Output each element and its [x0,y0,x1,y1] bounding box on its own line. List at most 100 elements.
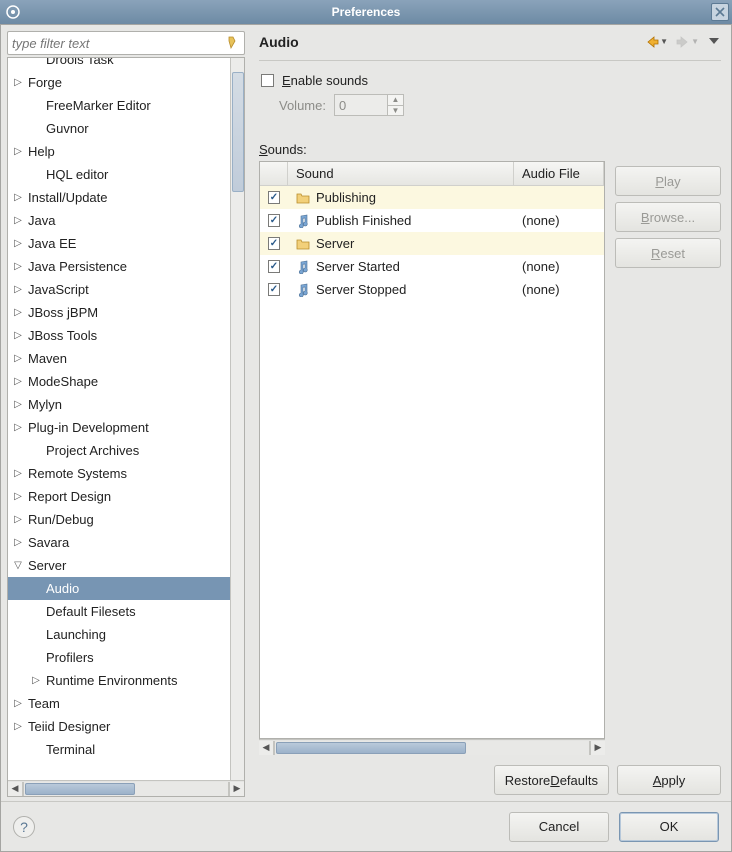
table-hscroll[interactable]: ◀ ▶ [259,739,605,755]
col-sound[interactable]: Sound [288,162,514,185]
tree-vscroll[interactable] [230,58,244,781]
tree-item-audio[interactable]: Audio [8,577,244,600]
sounds-caption: Sounds: [259,142,605,157]
view-menu-icon[interactable] [707,33,721,50]
tree-item-profilers[interactable]: Profilers [8,646,244,669]
expand-arrow-icon[interactable]: ▷ [12,307,24,318]
filter-box[interactable] [7,31,245,55]
expand-arrow-icon[interactable]: ▷ [12,238,24,249]
tree-item-runtime-environments[interactable]: ▷Runtime Environments [8,669,244,692]
reset-button[interactable]: Reset [615,238,721,268]
tree-item-label: Java Persistence [24,259,127,274]
scroll-left-icon[interactable]: ◀ [259,741,274,755]
tree-item-hql-editor[interactable]: HQL editor [8,163,244,186]
apply-button[interactable]: Apply [617,765,721,795]
enable-sounds-row[interactable]: Enable sounds [259,73,721,88]
tree-item-label: Maven [24,351,67,366]
expand-arrow-icon[interactable]: ▷ [12,514,24,525]
expand-arrow-icon[interactable]: ▷ [12,77,24,88]
expand-arrow-icon[interactable]: ▷ [12,376,24,387]
tree-item-java[interactable]: ▷Java [8,209,244,232]
tree-item-team[interactable]: ▷Team [8,692,244,715]
expand-arrow-icon[interactable]: ▷ [12,537,24,548]
tree-item-label: JavaScript [24,282,89,297]
sound-icon [296,283,310,297]
scroll-right-icon[interactable]: ▶ [590,741,605,755]
expand-arrow-icon[interactable]: ▷ [12,192,24,203]
tree-hscroll[interactable]: ◀ ▶ [8,780,244,796]
tree-item-server[interactable]: ▽Server [8,554,244,577]
expand-arrow-icon[interactable]: ▷ [12,330,24,341]
tree-item-teiid-designer[interactable]: ▷Teiid Designer [8,715,244,738]
tree-item-label: Runtime Environments [42,673,178,688]
sound-row[interactable]: Publishing [260,186,604,209]
tree-item-guvnor[interactable]: Guvnor [8,117,244,140]
sound-row[interactable]: Server Stopped(none) [260,278,604,301]
col-check[interactable] [260,162,288,185]
scroll-left-icon[interactable]: ◀ [8,782,23,796]
close-button[interactable] [711,3,729,21]
expand-arrow-icon[interactable]: ▷ [12,468,24,479]
expand-arrow-icon[interactable]: ▷ [12,353,24,364]
tree-item-plug-in-development[interactable]: ▷Plug-in Development [8,416,244,439]
ok-button[interactable]: OK [619,812,719,842]
volume-row: Volume: ▲ ▼ [279,94,721,116]
cancel-button[interactable]: Cancel [509,812,609,842]
enable-sounds-label: Enable sounds [282,73,368,88]
tree-item-label: Mylyn [24,397,62,412]
expand-arrow-icon[interactable]: ▷ [12,721,24,732]
clear-filter-icon[interactable] [226,35,240,52]
play-button[interactable]: Play [615,166,721,196]
sound-row[interactable]: Server Started(none) [260,255,604,278]
tree-item-default-filesets[interactable]: Default Filesets [8,600,244,623]
tree-item-help[interactable]: ▷Help [8,140,244,163]
sound-checkbox[interactable] [268,283,280,296]
help-icon[interactable]: ? [13,816,35,838]
browse-button[interactable]: Browse... [615,202,721,232]
expand-arrow-icon[interactable]: ▽ [12,560,24,571]
sound-row[interactable]: Publish Finished(none) [260,209,604,232]
tree-item-freemarker-editor[interactable]: FreeMarker Editor [8,94,244,117]
tree-item-java-ee[interactable]: ▷Java EE [8,232,244,255]
tree-item-terminal[interactable]: Terminal [8,738,244,761]
enable-sounds-checkbox[interactable] [261,74,274,87]
sounds-table[interactable]: Sound Audio File PublishingPublish Finis… [259,161,605,739]
tree-item-project-archives[interactable]: Project Archives [8,439,244,462]
expand-arrow-icon[interactable]: ▷ [12,399,24,410]
sound-row[interactable]: Server [260,232,604,255]
tree-item-remote-systems[interactable]: ▷Remote Systems [8,462,244,485]
tree-item-drools-task[interactable]: Drools Task [8,57,244,71]
sound-checkbox[interactable] [268,191,280,204]
nav-back-icon[interactable]: ▼ [645,35,668,49]
expand-arrow-icon[interactable]: ▷ [30,675,42,686]
restore-defaults-button[interactable]: Restore Defaults [494,765,609,795]
tree-item-jboss-tools[interactable]: ▷JBoss Tools [8,324,244,347]
expand-arrow-icon[interactable]: ▷ [12,215,24,226]
col-file[interactable]: Audio File [514,162,604,185]
sound-checkbox[interactable] [268,214,280,227]
expand-arrow-icon[interactable]: ▷ [12,491,24,502]
tree-item-launching[interactable]: Launching [8,623,244,646]
expand-arrow-icon[interactable]: ▷ [12,284,24,295]
tree-item-install-update[interactable]: ▷Install/Update [8,186,244,209]
expand-arrow-icon[interactable]: ▷ [12,422,24,433]
tree-item-savara[interactable]: ▷Savara [8,531,244,554]
expand-arrow-icon[interactable]: ▷ [12,698,24,709]
tree-item-jboss-jbpm[interactable]: ▷JBoss jBPM [8,301,244,324]
tree[interactable]: Drools Task▷ForgeFreeMarker EditorGuvnor… [7,57,245,797]
tree-item-modeshape[interactable]: ▷ModeShape [8,370,244,393]
sound-checkbox[interactable] [268,237,280,250]
left-pane: Drools Task▷ForgeFreeMarker EditorGuvnor… [1,25,249,801]
tree-item-mylyn[interactable]: ▷Mylyn [8,393,244,416]
sound-checkbox[interactable] [268,260,280,273]
tree-item-forge[interactable]: ▷Forge [8,71,244,94]
scroll-right-icon[interactable]: ▶ [229,782,244,796]
tree-item-report-design[interactable]: ▷Report Design [8,485,244,508]
tree-item-java-persistence[interactable]: ▷Java Persistence [8,255,244,278]
tree-item-javascript[interactable]: ▷JavaScript [8,278,244,301]
filter-input[interactable] [12,36,226,51]
tree-item-maven[interactable]: ▷Maven [8,347,244,370]
tree-item-run-debug[interactable]: ▷Run/Debug [8,508,244,531]
expand-arrow-icon[interactable]: ▷ [12,146,24,157]
expand-arrow-icon[interactable]: ▷ [12,261,24,272]
